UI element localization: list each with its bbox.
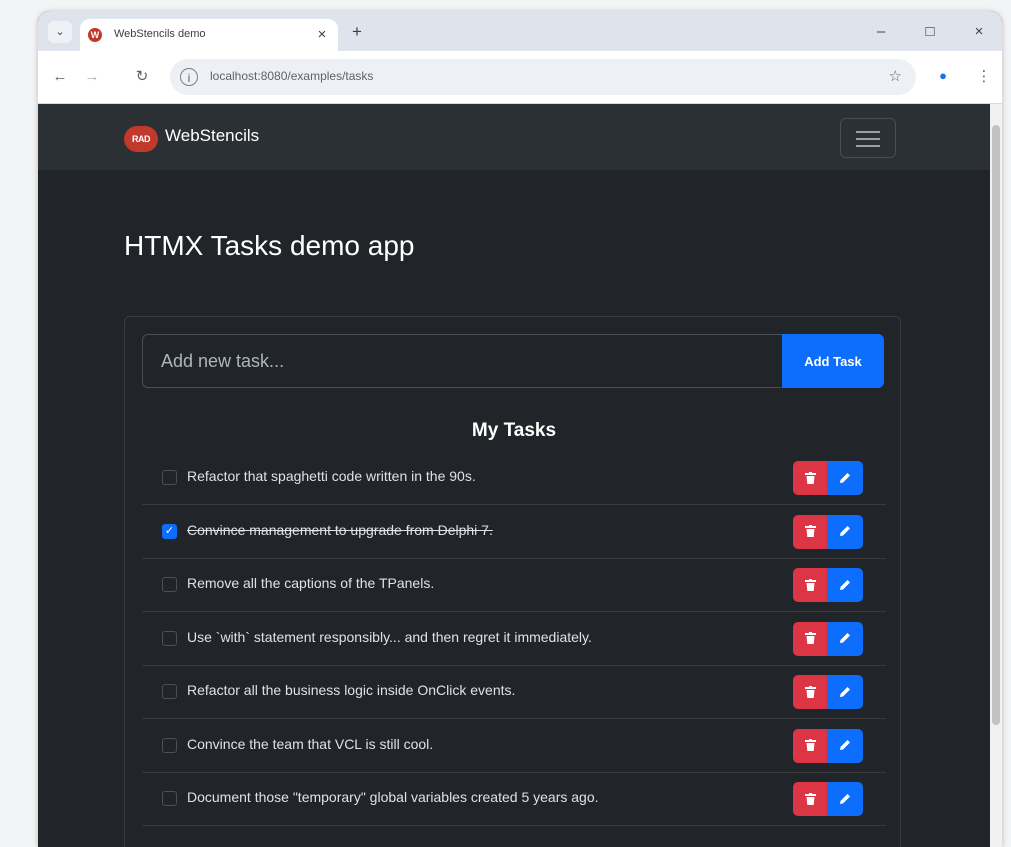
pencil-icon — [839, 683, 851, 700]
task-text: Document those "temporary" global variab… — [187, 789, 599, 805]
browser-toolbar: ← → ↻ i localhost:8080/examples/tasks ☆ … — [38, 51, 1002, 104]
maximize-icon[interactable]: □ — [915, 19, 945, 45]
task-text: Use `with` statement responsibly... and … — [187, 628, 592, 645]
trash-icon — [804, 683, 816, 700]
edit-task-button[interactable] — [827, 568, 863, 602]
task-checkbox[interactable]: ✓ — [162, 523, 177, 539]
task-text: Convince the team that VCL is still cool… — [187, 735, 434, 752]
edit-task-button[interactable] — [827, 782, 863, 816]
profile-icon[interactable]: ● — [932, 65, 954, 87]
favicon-icon: W — [88, 28, 102, 42]
pencil-icon — [839, 469, 851, 486]
pencil-icon — [839, 630, 851, 647]
tab-title: WebStencils demo — [114, 28, 206, 40]
browser-window: ⌄ W WebStencils demo × + – □ × ← → ↻ i l… — [38, 11, 1002, 847]
task-row: Remove all the captions of the TPanels. — [142, 559, 886, 612]
site-navbar: RAD WebStencils — [38, 104, 990, 170]
minimize-icon[interactable]: – — [866, 19, 896, 45]
task-checkbox[interactable] — [162, 470, 177, 485]
brand-name[interactable]: WebStencils — [165, 126, 259, 146]
navbar-toggler-button[interactable] — [840, 118, 896, 158]
plus-icon[interactable]: + — [346, 21, 368, 43]
task-row: Refactor that spaghetti code written in … — [142, 452, 886, 505]
task-checkbox[interactable] — [162, 791, 177, 806]
list-title: My Tasks — [471, 420, 557, 441]
delete-task-button[interactable] — [793, 461, 827, 495]
web-page: RAD WebStencils HTMX Tasks demo app Add … — [38, 104, 990, 847]
tab-strip: ⌄ W WebStencils demo × + – □ × — [38, 11, 1002, 51]
tab-search-icon[interactable]: ⌄ — [48, 21, 72, 43]
task-checkbox[interactable] — [162, 684, 177, 699]
brand-logo[interactable]: RAD — [124, 126, 158, 152]
site-info-icon[interactable]: i — [180, 68, 198, 86]
delete-task-button[interactable] — [793, 621, 827, 656]
back-arrow-icon[interactable]: ← — [48, 65, 72, 89]
trash-icon — [804, 523, 816, 540]
task-checkbox[interactable] — [162, 630, 177, 646]
delete-task-button[interactable] — [793, 728, 827, 763]
delete-task-button[interactable] — [793, 782, 827, 816]
reload-icon[interactable]: ↻ — [130, 65, 154, 89]
task-text: Convince management to upgrade from Delp… — [187, 521, 493, 538]
delete-task-button[interactable] — [793, 514, 827, 549]
pencil-icon — [839, 790, 851, 807]
close-icon[interactable]: × — [312, 25, 332, 45]
address-bar[interactable]: i localhost:8080/examples/tasks ☆ — [170, 59, 916, 95]
delete-task-button[interactable] — [793, 675, 827, 709]
task-row: Use `with` statement responsibly... and … — [142, 613, 886, 666]
trash-icon — [804, 790, 816, 807]
task-text: Refactor all the business logic inside O… — [187, 682, 516, 698]
trash-icon — [804, 576, 816, 593]
edit-task-button[interactable] — [827, 461, 863, 495]
url-text[interactable]: localhost:8080/examples/tasks — [210, 69, 373, 83]
kebab-menu-icon[interactable]: ⋮ — [974, 65, 994, 89]
pencil-icon — [839, 523, 851, 540]
task-text: Remove all the captions of the TPanels. — [187, 575, 435, 591]
edit-task-button[interactable] — [827, 514, 863, 549]
star-icon[interactable]: ☆ — [889, 67, 902, 85]
edit-task-button[interactable] — [827, 728, 863, 763]
add-task-button[interactable]: Add Task — [782, 334, 884, 388]
new-task-input[interactable] — [142, 334, 782, 388]
task-checkbox[interactable] — [162, 737, 177, 753]
task-row: Convince the team that VCL is still cool… — [142, 720, 886, 773]
scrollbar-thumb[interactable] — [992, 125, 1000, 725]
trash-icon — [804, 737, 816, 754]
task-row: Refactor all the business logic inside O… — [142, 666, 886, 719]
task-row: ✓ Convince management to upgrade from Del… — [142, 506, 886, 559]
pencil-icon — [839, 737, 851, 754]
edit-task-button[interactable] — [827, 621, 863, 656]
close-window-icon[interactable]: × — [964, 19, 994, 45]
pencil-icon — [839, 576, 851, 593]
task-checkbox[interactable] — [162, 577, 177, 592]
trash-icon — [804, 469, 816, 486]
browser-tab[interactable]: W WebStencils demo × — [80, 19, 338, 51]
task-text: Refactor that spaghetti code written in … — [187, 468, 476, 484]
page-title: HTMX Tasks demo app — [124, 230, 415, 261]
delete-task-button[interactable] — [793, 568, 827, 602]
edit-task-button[interactable] — [827, 675, 863, 709]
forward-arrow-icon[interactable]: → — [80, 65, 104, 89]
trash-icon — [804, 630, 816, 647]
task-row: Document those "temporary" global variab… — [142, 773, 886, 826]
